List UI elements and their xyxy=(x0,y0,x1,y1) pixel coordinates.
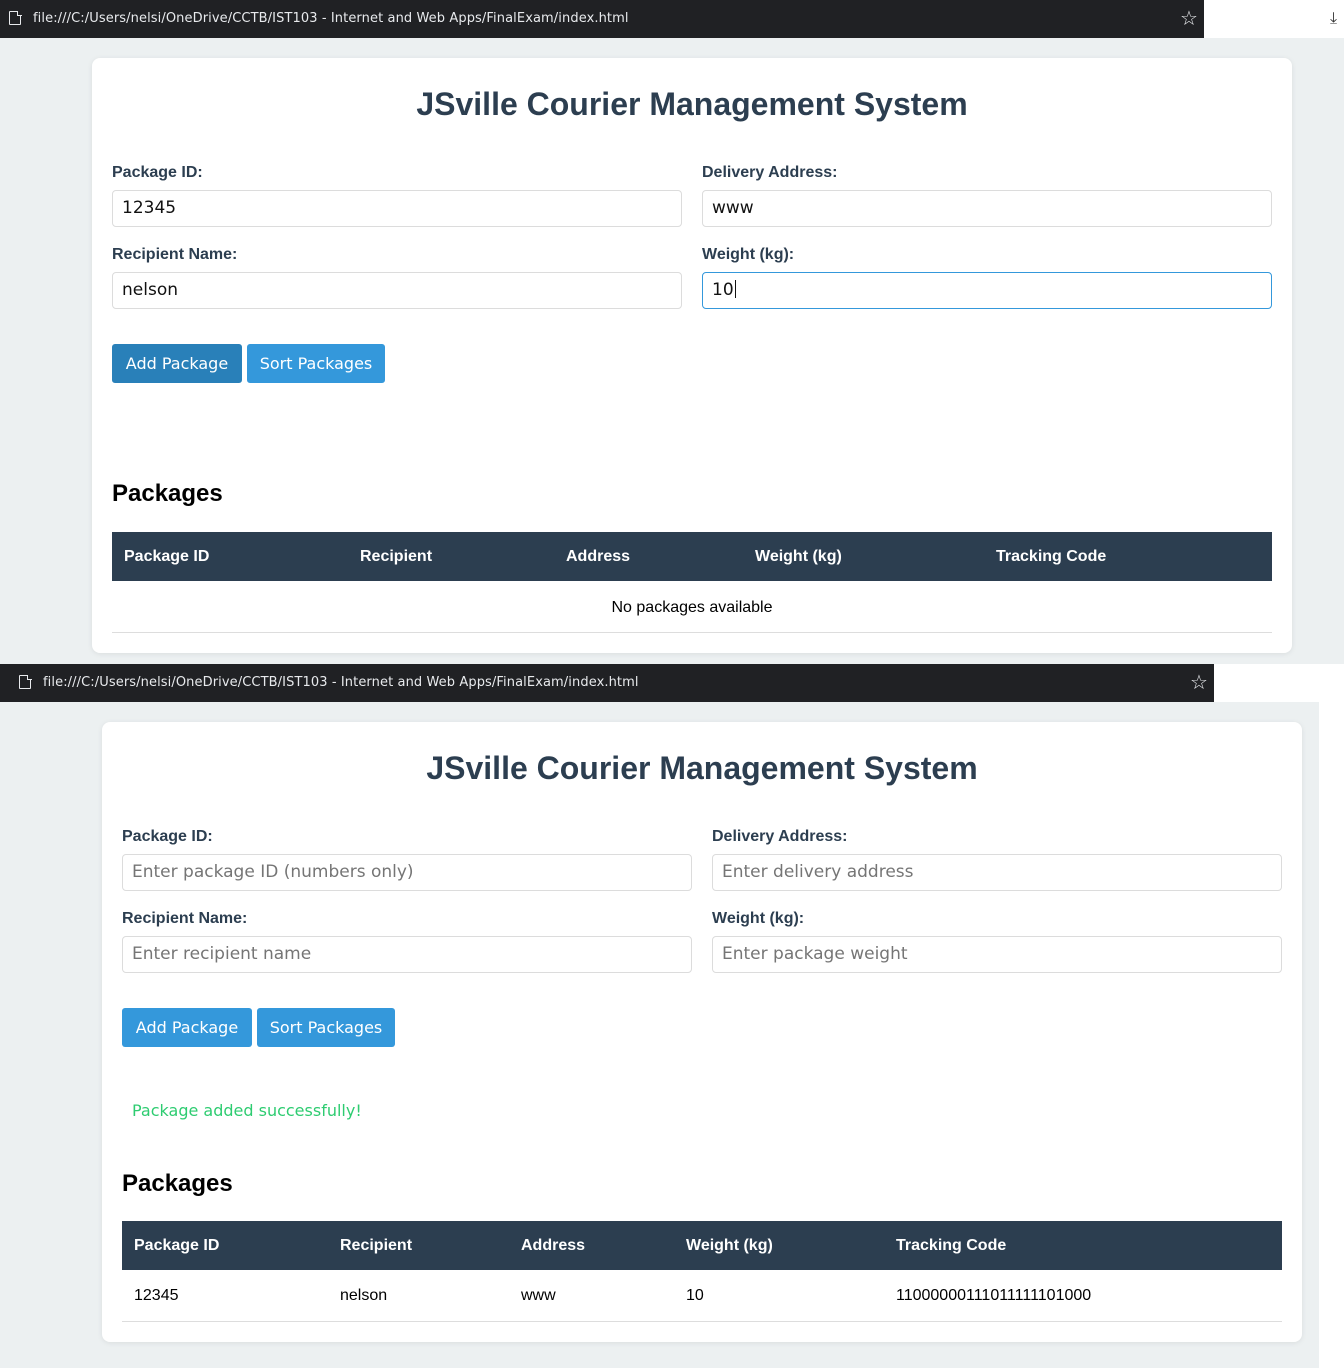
cell-address: www xyxy=(521,1287,556,1304)
weight-input-value: 10 xyxy=(712,280,734,300)
th-recipient: Recipient xyxy=(340,1237,413,1254)
packages-heading: Packages xyxy=(112,480,223,507)
th-package-id: Package ID xyxy=(134,1237,220,1254)
recipient-name-label: Recipient Name: xyxy=(112,246,238,263)
th-weight: Weight (kg) xyxy=(686,1237,773,1254)
url-text[interactable]: file:///C:/Users/nelsi/OneDrive/CCTB/IST… xyxy=(43,675,639,690)
star-icon[interactable]: ☆ xyxy=(1180,6,1198,30)
packages-heading: Packages xyxy=(122,1170,233,1197)
cell-recipient: nelson xyxy=(340,1287,388,1304)
package-id-label: Package ID: xyxy=(122,828,213,845)
browser-address-bar[interactable]: file:///C:/Users/nelsi/OneDrive/CCTB/IST… xyxy=(0,0,1204,38)
th-package-id: Package ID xyxy=(124,548,210,565)
page-title: JSville Courier Management System xyxy=(416,86,968,122)
page-icon xyxy=(9,10,22,25)
status-message: Package added successfully! xyxy=(132,1101,362,1120)
add-package-button[interactable]: Add Package xyxy=(122,1008,252,1047)
weight-label: Weight (kg): xyxy=(702,246,795,263)
weight-input[interactable]: Enter package weight xyxy=(712,936,1282,973)
package-id-input[interactable]: 12345 xyxy=(112,190,682,227)
cell-package-id: 12345 xyxy=(134,1287,179,1304)
browser-toolbar-extra-2 xyxy=(1214,664,1319,702)
recipient-name-input[interactable]: Enter recipient name xyxy=(122,936,692,973)
package-id-label: Package ID: xyxy=(112,164,203,181)
th-recipient: Recipient xyxy=(360,548,433,565)
delivery-address-input[interactable]: Enter delivery address xyxy=(712,854,1282,891)
weight-input[interactable]: 10 xyxy=(702,272,1272,309)
delivery-address-label: Delivery Address: xyxy=(702,164,838,181)
packages-table-header: Package ID Recipient Address Weight (kg)… xyxy=(122,1221,1282,1270)
table-row-empty: No packages available xyxy=(112,581,1272,633)
download-icon[interactable]: ⤓ xyxy=(1330,8,1337,28)
empty-message: No packages available xyxy=(611,599,773,616)
sort-packages-button[interactable]: Sort Packages xyxy=(247,344,385,383)
add-package-button[interactable]: Add Package xyxy=(112,344,242,383)
page-icon xyxy=(19,674,32,689)
package-id-input[interactable]: Enter package ID (numbers only) xyxy=(122,854,692,891)
table-row: 12345 nelson www 10 11000000111011111101… xyxy=(122,1270,1282,1322)
page-title: JSville Courier Management System xyxy=(426,750,978,786)
weight-label: Weight (kg): xyxy=(712,910,805,927)
cell-weight: 10 xyxy=(686,1287,704,1304)
cell-tracking-code: 11000000111011111101000 xyxy=(896,1287,1092,1304)
url-text[interactable]: file:///C:/Users/nelsi/OneDrive/CCTB/IST… xyxy=(33,11,629,26)
th-tracking-code: Tracking Code xyxy=(996,548,1107,565)
th-weight: Weight (kg) xyxy=(755,548,842,565)
app-card-after: JSville Courier Management System Packag… xyxy=(102,722,1302,1342)
browser-address-bar-2[interactable]: file:///C:/Users/nelsi/OneDrive/CCTB/IST… xyxy=(0,664,1319,702)
delivery-address-input[interactable]: www xyxy=(702,190,1272,227)
browser-toolbar-extra xyxy=(1204,0,1344,38)
th-address: Address xyxy=(521,1237,586,1254)
th-tracking-code: Tracking Code xyxy=(896,1237,1007,1254)
delivery-address-label: Delivery Address: xyxy=(712,828,848,845)
recipient-name-input[interactable]: nelson xyxy=(112,272,682,309)
packages-table-header: Package ID Recipient Address Weight (kg)… xyxy=(112,532,1272,581)
right-margin xyxy=(1319,664,1344,1368)
app-card-before: JSville Courier Management System Packag… xyxy=(92,58,1292,653)
text-caret xyxy=(734,280,736,298)
th-address: Address xyxy=(566,548,631,565)
recipient-name-label: Recipient Name: xyxy=(122,910,248,927)
star-icon[interactable]: ☆ xyxy=(1190,670,1208,694)
sort-packages-button[interactable]: Sort Packages xyxy=(257,1008,395,1047)
